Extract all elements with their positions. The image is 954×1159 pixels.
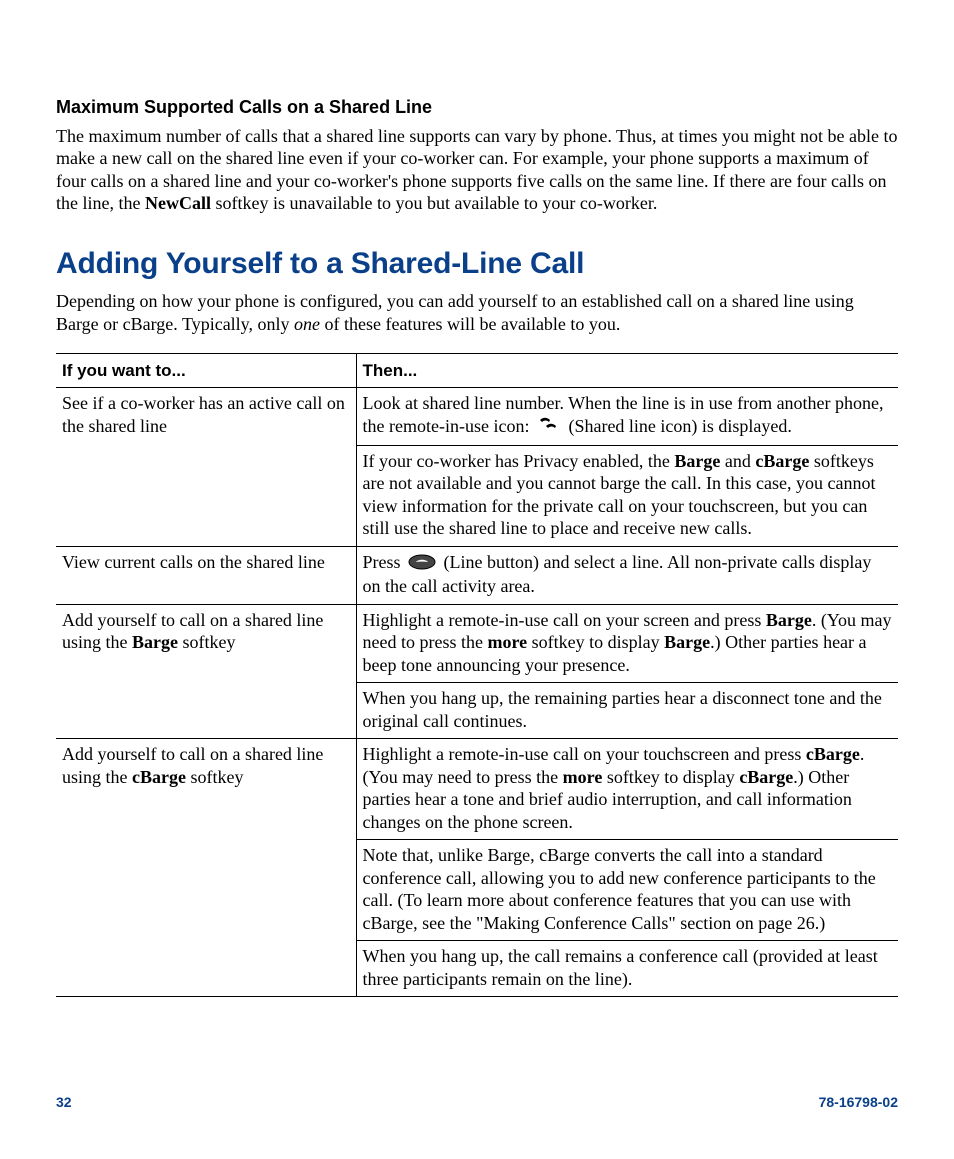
cell-then: If your co-worker has Privacy enabled, t… <box>356 445 898 546</box>
col-header-if: If you want to... <box>56 354 356 388</box>
table-row: Add yourself to call on a shared line us… <box>56 739 898 840</box>
cell-if-empty <box>56 445 356 546</box>
table-row: Add yourself to call on a shared line us… <box>56 604 898 683</box>
text: Highlight a remote-in-use call on your t… <box>363 744 806 764</box>
cell-then: Look at shared line number. When the lin… <box>356 388 898 446</box>
softkey-cbarge: cBarge <box>806 744 860 764</box>
cell-then: When you hang up, the call remains a con… <box>356 941 898 997</box>
softkey-more: more <box>487 632 527 652</box>
softkey-cbarge: cBarge <box>755 451 809 471</box>
text: Highlight a remote-in-use call on your s… <box>363 610 766 630</box>
cell-if: See if a co-worker has an active call on… <box>56 388 356 446</box>
softkey-cbarge: cBarge <box>132 767 186 787</box>
text: softkey <box>186 767 244 787</box>
col-header-then: Then... <box>356 354 898 388</box>
table-header-row: If you want to... Then... <box>56 354 898 388</box>
cell-if: Add yourself to call on a shared line us… <box>56 739 356 840</box>
table-row: When you hang up, the call remains a con… <box>56 941 898 997</box>
text: of these features will be available to y… <box>320 314 620 334</box>
text: softkey to display <box>527 632 664 652</box>
text: softkey <box>178 632 236 652</box>
cell-then: Press (Line button) and select a line. A… <box>356 546 898 604</box>
text: (Line button) and select a line. All non… <box>363 552 872 596</box>
softkey-newcall: NewCall <box>145 193 211 213</box>
text: and <box>720 451 755 471</box>
document-page: Maximum Supported Calls on a Shared Line… <box>0 0 954 1159</box>
page-number: 32 <box>56 1094 72 1112</box>
cell-then: Highlight a remote-in-use call on your t… <box>356 739 898 840</box>
cell-if: Add yourself to call on a shared line us… <box>56 604 356 683</box>
text: If your co-worker has Privacy enabled, t… <box>363 451 675 471</box>
table-row: If your co-worker has Privacy enabled, t… <box>56 445 898 546</box>
page-footer: 32 78-16798-02 <box>56 1094 898 1112</box>
softkey-more: more <box>563 767 603 787</box>
section-heading-max-calls: Maximum Supported Calls on a Shared Line <box>56 96 898 119</box>
cell-if: View current calls on the shared line <box>56 546 356 604</box>
cell-if-empty <box>56 941 356 997</box>
softkey-barge: Barge <box>674 451 720 471</box>
emphasis-one: one <box>294 314 320 334</box>
softkey-barge: Barge <box>766 610 812 630</box>
cell-then: When you hang up, the remaining parties … <box>356 683 898 739</box>
cell-if-empty <box>56 683 356 739</box>
softkey-barge: Barge <box>132 632 178 652</box>
softkey-barge: Barge <box>664 632 710 652</box>
paragraph-intro: Depending on how your phone is configure… <box>56 290 898 335</box>
softkey-cbarge: cBarge <box>739 767 793 787</box>
table-row: See if a co-worker has an active call on… <box>56 388 898 446</box>
text: softkey to display <box>602 767 739 787</box>
cell-then: Note that, unlike Barge, cBarge converts… <box>356 840 898 941</box>
line-button-icon <box>408 553 436 576</box>
cell-if-empty <box>56 840 356 941</box>
paragraph-max-calls: The maximum number of calls that a share… <box>56 125 898 215</box>
cell-then: Highlight a remote-in-use call on your s… <box>356 604 898 683</box>
section-heading-adding-yourself: Adding Yourself to a Shared-Line Call <box>56 245 898 283</box>
text: Press <box>363 552 406 572</box>
table-row: When you hang up, the remaining parties … <box>56 683 898 739</box>
document-number: 78-16798-02 <box>819 1094 898 1112</box>
text: softkey is unavailable to you but availa… <box>211 193 657 213</box>
task-table: If you want to... Then... See if a co-wo… <box>56 353 898 997</box>
text: (Shared line icon) is displayed. <box>568 416 791 436</box>
table-row: View current calls on the shared line Pr… <box>56 546 898 604</box>
table-row: Note that, unlike Barge, cBarge converts… <box>56 840 898 941</box>
shared-line-icon <box>537 416 561 439</box>
